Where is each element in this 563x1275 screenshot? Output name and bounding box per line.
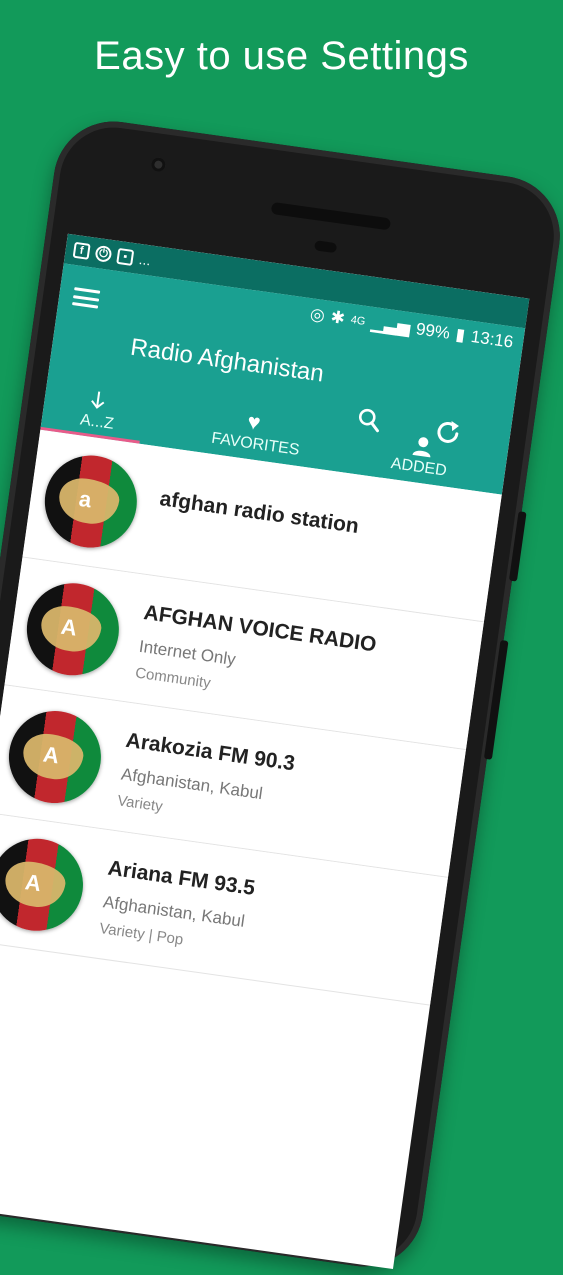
person-icon [412, 437, 431, 458]
power-icon: ⏻ [94, 244, 113, 263]
afghanistan-flag-logo: A [20, 577, 125, 682]
power-button [483, 639, 509, 760]
image-icon: ▪ [116, 247, 135, 266]
phone-screen: f ⏻ ▪ ... ◎ ✱ 4G ▁▃▅ 99% ▮ 13:16 Radio A… [0, 233, 530, 1270]
heart-icon: ♥ [245, 408, 263, 436]
station-location: Internet Only [137, 636, 237, 670]
station-list: a afghan radio station A AFGHAN VOICE RA… [0, 429, 502, 1006]
afghanistan-flag-logo: a [38, 449, 143, 554]
front-camera [150, 156, 167, 173]
network-type: 4G [349, 313, 367, 328]
signal-icon: ▁▃▅ [370, 312, 412, 338]
phone-body: f ⏻ ▪ ... ◎ ✱ 4G ▁▃▅ 99% ▮ 13:16 Radio A… [0, 113, 563, 1275]
battery-icon: ▮ [454, 324, 467, 345]
station-name: Ariana FM 93.5 [106, 856, 257, 901]
data-saver-icon: ◎ [308, 304, 327, 326]
facebook-icon: f [72, 241, 91, 260]
earpiece-speaker [270, 201, 392, 231]
promo-title: Easy to use Settings [94, 34, 469, 78]
proximity-sensor [314, 240, 338, 254]
station-name: afghan radio station [158, 487, 361, 538]
battery-percent: 99% [414, 319, 452, 343]
station-genre: Variety | Pop [98, 919, 185, 949]
arrow-down-icon [91, 391, 105, 409]
clock: 13:16 [469, 326, 515, 352]
phone-frame: f ⏻ ▪ ... ◎ ✱ 4G ▁▃▅ 99% ▮ 13:16 Radio A… [0, 113, 563, 1275]
bluetooth-icon: ✱ [329, 307, 347, 329]
station-genre: Variety [116, 792, 164, 816]
app-title: Radio Afghanistan [128, 333, 326, 388]
afghanistan-flag-logo: A [0, 832, 89, 937]
notification-more: ... [137, 250, 152, 269]
volume-button [508, 511, 527, 582]
station-genre: Community [134, 664, 212, 692]
afghanistan-flag-logo: A [2, 705, 107, 809]
menu-icon[interactable] [72, 287, 101, 309]
